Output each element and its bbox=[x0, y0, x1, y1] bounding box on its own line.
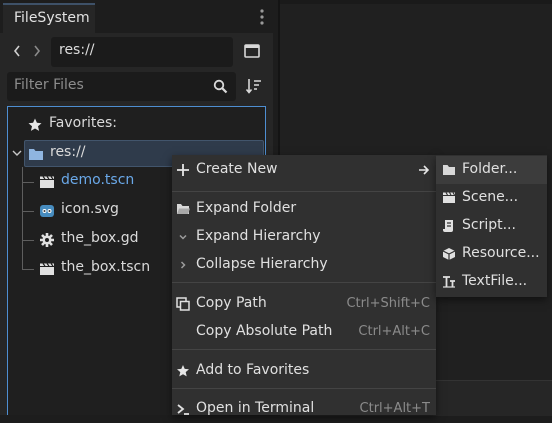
tree-item-label: the_box.tscn bbox=[61, 259, 151, 275]
menu-item-create-new[interactable]: Create New bbox=[172, 156, 436, 184]
tree-item-label: icon.svg bbox=[61, 201, 119, 217]
create-new-submenu: Folder... Scene... Script... Resource...… bbox=[436, 155, 547, 297]
folder-icon bbox=[442, 163, 456, 177]
path-field[interactable]: res:// bbox=[51, 37, 233, 67]
back-arrow-icon[interactable] bbox=[11, 43, 23, 59]
submenu-item-script[interactable]: Script... bbox=[436, 212, 547, 240]
menu-item-expand-hierarchy[interactable]: Expand Hierarchy bbox=[172, 223, 436, 251]
submenu-item-folder[interactable]: Folder... bbox=[436, 156, 547, 184]
folder-icon bbox=[28, 147, 44, 161]
tree-guide-line bbox=[22, 269, 34, 270]
submenu-item-label: Resource... bbox=[462, 245, 540, 261]
search-icon bbox=[213, 79, 229, 95]
kebab-menu-icon[interactable] bbox=[257, 8, 267, 26]
tree-guide-line bbox=[22, 182, 34, 183]
filter-files-placeholder: Filter Files bbox=[14, 77, 84, 93]
menu-item-collapse-hierarchy[interactable]: Collapse Hierarchy bbox=[172, 251, 436, 279]
tree-item-label: demo.tscn bbox=[61, 172, 135, 188]
menu-item-label: Expand Hierarchy bbox=[196, 228, 321, 244]
scene-clapper-icon bbox=[39, 175, 55, 189]
menu-item-label: Copy Absolute Path bbox=[196, 323, 333, 339]
menu-item-add-to-favorites[interactable]: Add to Favorites bbox=[172, 357, 436, 385]
filter-files-input[interactable]: Filter Files bbox=[7, 72, 236, 101]
context-menu: Create New Expand Folder Expand Hierarch… bbox=[172, 155, 436, 416]
path-field-value: res:// bbox=[59, 42, 95, 58]
chevron-down-icon bbox=[176, 230, 190, 244]
submenu-item-resource[interactable]: Resource... bbox=[436, 240, 547, 268]
menu-item-label: Copy Path bbox=[196, 295, 267, 311]
menu-separator bbox=[172, 388, 436, 389]
menu-item-expand-folder[interactable]: Expand Folder bbox=[172, 195, 436, 223]
tab-filesystem[interactable]: FileSystem bbox=[3, 3, 95, 33]
textfile-icon bbox=[442, 275, 456, 289]
chevron-right-icon bbox=[176, 258, 190, 272]
menu-item-label: Expand Folder bbox=[196, 200, 297, 216]
star-icon bbox=[27, 117, 43, 133]
menu-separator bbox=[172, 349, 436, 350]
submenu-item-textfile[interactable]: TextFile... bbox=[436, 268, 547, 296]
menu-item-shortcut: Ctrl+Alt+T bbox=[359, 401, 430, 416]
menu-item-label: Collapse Hierarchy bbox=[196, 256, 328, 272]
menu-item-label: Add to Favorites bbox=[196, 362, 310, 378]
chevron-down-icon[interactable] bbox=[11, 147, 23, 159]
menu-separator bbox=[172, 282, 436, 283]
gear-icon bbox=[39, 232, 55, 248]
submenu-item-scene[interactable]: Scene... bbox=[436, 184, 547, 212]
viewport-top-edge bbox=[280, 0, 552, 4]
menu-separator bbox=[172, 191, 436, 192]
tree-guide-line bbox=[22, 211, 34, 212]
scene-clapper-icon bbox=[39, 262, 55, 276]
folder-open-icon bbox=[176, 202, 190, 216]
forward-arrow-icon[interactable] bbox=[31, 43, 43, 59]
toggle-split-mode-icon[interactable] bbox=[243, 42, 261, 60]
submenu-item-label: Script... bbox=[462, 217, 516, 233]
arrow-right-icon bbox=[418, 164, 430, 176]
tree-item-label: res:// bbox=[50, 144, 86, 160]
tab-filesystem-label: FileSystem bbox=[14, 10, 90, 26]
star-icon bbox=[176, 364, 190, 378]
submenu-item-label: Folder... bbox=[462, 161, 518, 177]
menu-item-copy-path[interactable]: Copy Path Ctrl+Shift+C bbox=[172, 290, 436, 318]
sort-icon[interactable] bbox=[245, 77, 263, 95]
scene-clapper-icon bbox=[442, 191, 456, 205]
cube-icon bbox=[442, 247, 456, 261]
menu-item-shortcut: Ctrl+Alt+C bbox=[358, 324, 430, 339]
favorites-label: Favorites: bbox=[49, 115, 117, 131]
menu-item-open-in-terminal[interactable]: Open in Terminal Ctrl+Alt+T bbox=[172, 395, 436, 423]
menu-item-copy-absolute-path[interactable]: Copy Absolute Path Ctrl+Alt+C bbox=[172, 318, 436, 346]
submenu-item-label: Scene... bbox=[462, 189, 519, 205]
copy-icon bbox=[176, 297, 190, 311]
tree-guide-line bbox=[22, 240, 34, 241]
menu-item-shortcut: Ctrl+Shift+C bbox=[346, 296, 430, 311]
godot-logo-icon bbox=[39, 203, 55, 219]
tree-item-label: the_box.gd bbox=[61, 230, 139, 246]
script-icon bbox=[442, 219, 456, 233]
menu-item-label: Open in Terminal bbox=[196, 400, 315, 416]
submenu-item-label: TextFile... bbox=[462, 273, 528, 289]
favorites-item[interactable]: Favorites: bbox=[24, 112, 254, 138]
menu-item-label: Create New bbox=[196, 161, 278, 177]
plus-icon bbox=[176, 163, 190, 177]
terminal-icon bbox=[176, 402, 190, 416]
